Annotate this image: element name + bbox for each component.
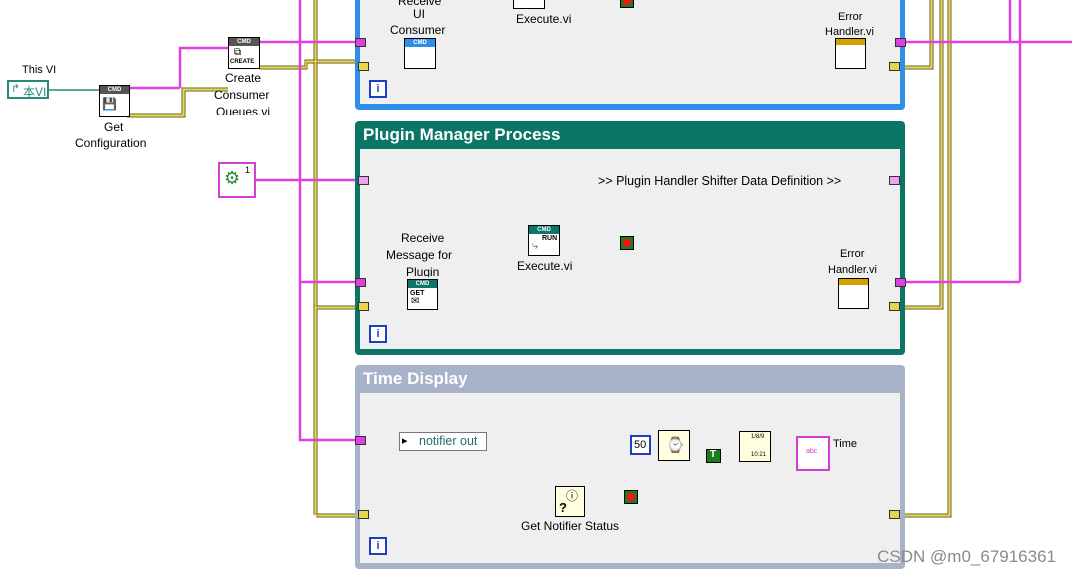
plugin-execute-vi[interactable]: CMD RUN ⤷ — [528, 225, 560, 256]
time-string-indicator[interactable]: abc — [796, 436, 830, 471]
format-date-time-function[interactable]: 1/8/9 10:21 — [739, 431, 771, 462]
run-text: RUN — [542, 235, 558, 242]
ui-loop-error-shift-right — [889, 62, 900, 71]
cmd-banner: CMD — [229, 38, 259, 46]
notifier-out-text: notifier out — [419, 434, 478, 448]
plugin-ref-tunnel-right — [895, 278, 906, 287]
clock-icon: ⌚ — [666, 437, 685, 454]
error-banner — [836, 39, 865, 45]
plugin-loop-title: Plugin Manager Process — [363, 125, 561, 144]
cluster-icon: ⚙ — [224, 168, 241, 188]
format-time-text: 10:21 — [751, 452, 767, 458]
this-vi-text: 本VI — [23, 85, 47, 99]
ui-loop-ref-tunnel-left — [355, 38, 366, 47]
plugin-ref-tunnel-left — [355, 278, 366, 287]
notifier-status-label: Get Notifier Status — [521, 519, 620, 533]
get-configuration-vi[interactable]: CMD 💾 — [99, 85, 130, 117]
ui-receive-label-3: Consumer — [390, 23, 446, 37]
plugin-error-shift-right — [889, 302, 900, 311]
cmd-banner: CMD — [529, 226, 559, 234]
time-loop-title: Time Display — [363, 369, 468, 388]
create-queues-label-1: Create — [225, 71, 262, 85]
plugin-error-shift-left — [358, 302, 369, 311]
plugin-execute-label: Execute.vi — [517, 259, 573, 273]
alert-icon: ⓘ — [566, 489, 579, 503]
envelope-icon: ✉ — [411, 296, 420, 307]
plugin-stop-indicator[interactable] — [620, 236, 634, 250]
create-queues-label-2: Consumer — [214, 88, 270, 102]
watermark: CSDN @m0_67916361 — [877, 547, 1056, 566]
ui-receive-vi[interactable]: CMD — [404, 38, 436, 69]
error-banner — [839, 279, 868, 285]
wait-ms-constant[interactable]: 50 — [630, 435, 651, 455]
ui-loop-ref-tunnel-right — [895, 38, 906, 47]
time-loop-iteration-terminal: i — [369, 537, 387, 555]
true-constant[interactable]: T — [706, 449, 721, 463]
plugin-shift-register-right — [889, 176, 900, 185]
time-label: Time — [833, 438, 858, 450]
this-vi-label: This VI — [22, 64, 57, 76]
time-loop-body — [360, 393, 900, 563]
run-icon: ⤷ — [532, 240, 539, 252]
ui-consumer-loop: i — [355, 0, 905, 110]
constant-value: 1 — [245, 165, 251, 175]
plugin-error-label-1: Error — [840, 248, 865, 260]
plugin-receive-vi[interactable]: CMD GET ✉ — [407, 279, 438, 310]
shifter-label: >> Plugin Handler Shifter Data Definitio… — [598, 174, 842, 188]
plugin-shift-register-left — [358, 176, 369, 185]
ui-loop-body — [360, 0, 900, 104]
queue-icon: ⧉ — [234, 47, 242, 58]
abc-text: abc — [806, 448, 818, 455]
arrow-icon: ↱ — [11, 83, 21, 95]
wait-value: 50 — [634, 439, 647, 451]
cmd-banner: CMD — [408, 280, 437, 288]
ui-error-handler-vi[interactable] — [835, 38, 866, 69]
cmd-banner: CMD — [405, 39, 435, 47]
unbundle-arrow-icon: ▸ — [402, 435, 408, 447]
wait-function[interactable]: ⌚ — [658, 430, 690, 461]
plugin-loop-iteration-terminal: i — [369, 325, 387, 343]
ui-loop-error-shift-left — [358, 62, 369, 71]
ui-execute-label: Execute.vi — [516, 12, 572, 26]
time-ref-tunnel-left — [355, 436, 366, 445]
floppy-disk-icon: 💾 — [102, 97, 117, 111]
time-stop-indicator[interactable] — [624, 490, 638, 504]
plugin-error-label-2: Handler.vi — [828, 264, 877, 276]
ui-receive-label-2: UI — [413, 7, 425, 21]
plugin-receive-label-2: Message for — [386, 248, 453, 262]
create-queues-label-3: Queues.vi — [216, 105, 271, 115]
plugin-receive-label-1: Receive — [401, 231, 445, 245]
get-configuration-label-1: Get — [104, 120, 124, 134]
plugin-error-handler-vi[interactable] — [838, 278, 869, 309]
notifier-out-unbundle[interactable]: ▸ notifier out — [399, 432, 487, 451]
ui-execute-vi[interactable] — [513, 0, 545, 9]
shift-register-constant[interactable]: ⚙ 1 — [218, 162, 256, 198]
get-configuration-label-2: Configuration — [75, 136, 147, 150]
create-consumer-queues-vi[interactable]: CMD CREATE ⧉ — [228, 37, 260, 69]
question-icon: ? — [559, 500, 567, 515]
create-text: CREATE — [230, 59, 255, 65]
get-notifier-status-node[interactable]: ⓘ ? — [555, 486, 585, 517]
time-error-shift-right — [889, 510, 900, 519]
this-vi-constant[interactable]: ↱ 本VI — [7, 80, 49, 99]
ui-stop-indicator[interactable] — [620, 0, 634, 8]
time-error-shift-left — [358, 510, 369, 519]
bool-text: T — [710, 449, 717, 460]
format-date-text: 1/8/9 — [751, 434, 765, 440]
plugin-receive-label-3: Plugin — [406, 265, 440, 277]
ui-loop-iteration-terminal: i — [369, 80, 387, 98]
cmd-banner: CMD — [100, 86, 129, 94]
